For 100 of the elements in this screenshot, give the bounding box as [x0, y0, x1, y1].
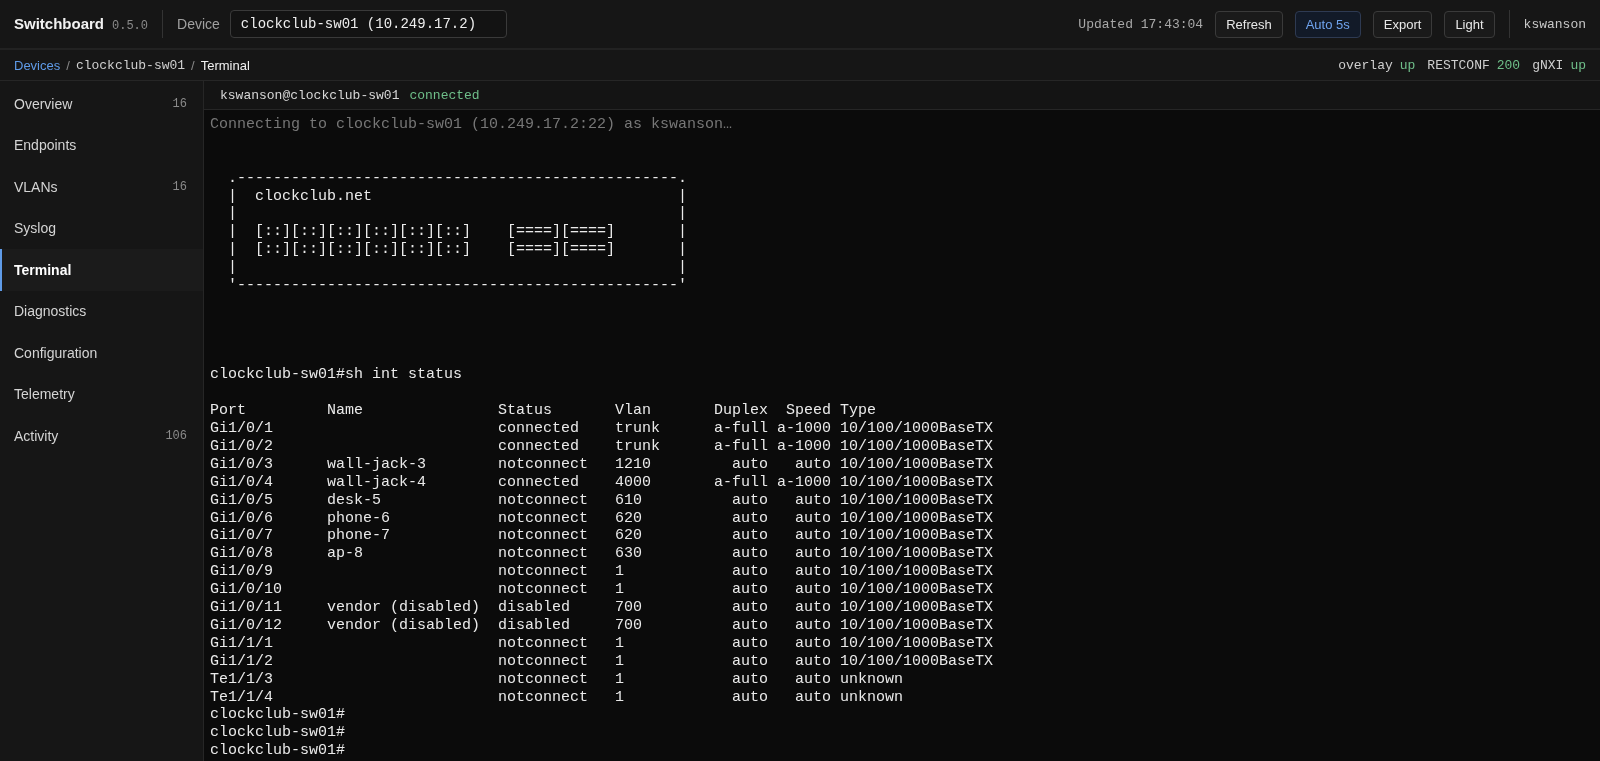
breadcrumb-link[interactable]: clockclub-sw01 [75, 57, 186, 73]
table-cell-text: auto [794, 563, 832, 582]
table-cell-text: auto [731, 455, 769, 474]
column-header: Status [498, 402, 554, 421]
table-cell-text: 1 [615, 670, 626, 689]
table-cell-text: Te1/1/3 [210, 670, 274, 689]
table-cell-text: auto [794, 581, 832, 600]
toolbar-button[interactable]: Light [1444, 10, 1495, 38]
toolbar-button[interactable]: Export [1372, 10, 1433, 38]
device-field[interactable]: clockclub-sw01 (10.249.17.2) [229, 10, 507, 38]
table-cell-text: notconnect [498, 545, 590, 564]
table-cell: a-full [714, 420, 769, 439]
sidebar-item[interactable]: Activity 106 [0, 415, 203, 457]
table-cell-text: Gi1/0/11 [210, 599, 283, 617]
table-cell-text: auto [794, 616, 832, 635]
table-cell-text: auto [731, 599, 769, 617]
table-cell-text: Te1/1/4 [210, 688, 274, 707]
table-cell-text: Gi1/0/1 [210, 420, 274, 439]
table-cell-text: 620 [615, 509, 644, 528]
table-cell-text: ap-8 [327, 545, 365, 564]
sidebar-item[interactable]: Overview 16 [0, 83, 203, 125]
table-cell-text: disabled [498, 616, 572, 635]
table-cell-text: Gi1/0/10 [210, 581, 283, 600]
table-cell-text: auto [731, 545, 769, 564]
table-cell-text: auto [794, 599, 832, 617]
sidebar-item[interactable]: Configuration [0, 332, 203, 374]
table-cell-text: Gi1/1/2 [210, 652, 274, 671]
sidebar-item[interactable]: Diagnostics [0, 290, 203, 332]
status-value: up [1399, 57, 1416, 73]
table-cell-text: 610 [615, 491, 644, 510]
toolbar-button[interactable]: Auto 5s [1294, 10, 1361, 38]
table-cell-text: Gi1/0/12 [210, 616, 283, 635]
breadcrumb-separator: / [191, 57, 195, 73]
table-cell-text: auto [731, 509, 769, 528]
table-cell-text: auto [794, 491, 832, 510]
table-cell-text: notconnect [498, 581, 590, 600]
column-header: Type [839, 402, 878, 421]
table-cell-text: a-1000 [776, 438, 832, 456]
table-cell-text: notconnect [498, 670, 590, 689]
status-value: 200 [1496, 57, 1521, 73]
table-cell-text: Gi1/1/1 [210, 634, 274, 653]
table-cell-text: notconnect [498, 509, 590, 528]
table-cell-text: auto [794, 527, 832, 546]
table-cell-text: 10/100/1000BaseTX [839, 438, 994, 456]
nav-label: VLANs [14, 178, 58, 195]
table-cell-text: 1 [615, 688, 626, 707]
terminal-line: | | [227, 205, 689, 224]
app-version: 0.5.0 [112, 19, 149, 33]
column-header: Duplex [714, 402, 769, 421]
table-cell-text: auto [731, 616, 769, 635]
terminal-line: Connecting to clockclub-sw01 (10.249.17.2:22) as kswanson… [210, 116, 734, 134]
app-name: Switchboard [14, 15, 104, 32]
breadcrumb-link[interactable]: Devices [14, 57, 61, 73]
sidebar-item[interactable]: Syslog [0, 207, 203, 249]
table-cell-text: connected [498, 473, 581, 492]
table-cell-text: auto [731, 652, 769, 671]
table-cell-text: Gi1/0/7 [210, 527, 274, 546]
table-cell-text: auto [731, 491, 769, 510]
table-cell-text: a-1000 [776, 420, 832, 439]
table-cell-text: 10/100/1000BaseTX [839, 634, 994, 653]
terminal-line: clockclub-sw01# [210, 706, 347, 725]
table-cell-text: trunk [615, 420, 662, 439]
table-cell-text: Gi1/0/9 [210, 563, 274, 582]
table-cell-text: 700 [615, 616, 644, 635]
terminal-line: clockclub-sw01# [210, 724, 347, 743]
table-cell-text: connected [498, 420, 581, 439]
nav-label: Diagnostics [14, 303, 87, 320]
table-cell-text: 1 [615, 652, 626, 671]
column-header: Name [327, 402, 365, 421]
table-cell-text: wall-jack-3 [327, 455, 428, 474]
table-cell-text: auto [731, 527, 769, 546]
table-cell-text: unknown [839, 688, 905, 707]
table-cell-text: notconnect [498, 688, 590, 707]
user-name[interactable]: kswanson [1523, 16, 1586, 32]
sidebar-item[interactable]: VLANs 16 [0, 166, 203, 208]
table-cell-text: desk-5 [327, 491, 383, 510]
table-cell-text: auto [794, 652, 832, 671]
status-value: up [1570, 57, 1586, 73]
table-cell-text: phone-6 [327, 509, 392, 528]
sidebar-item[interactable]: Telemetry [0, 373, 203, 415]
status-name: gNXI [1532, 57, 1564, 73]
table-cell-text: notconnect [498, 634, 590, 653]
table-cell-text: 4000 [615, 473, 653, 492]
table-cell-text: notconnect [498, 652, 590, 671]
sidebar-item[interactable]: Terminal [0, 249, 203, 291]
table-cell-text: notconnect [498, 527, 590, 546]
nav-label: Endpoints [14, 137, 77, 154]
sidebar-item[interactable]: Endpoints [0, 124, 203, 166]
terminal-line: clockclub-sw01#sh int status [210, 366, 464, 385]
terminal-line: | | [227, 259, 689, 277]
status-name: overlay [1338, 57, 1393, 73]
column-header: Vlan [615, 402, 653, 421]
nav-label: Overview [14, 95, 73, 112]
table-cell-text: a-1000 [776, 473, 832, 492]
terminal-line: '-------------------------------------------------' [227, 277, 689, 295]
toolbar-button[interactable]: Refresh [1215, 10, 1283, 38]
table-cell-text: auto [731, 688, 769, 707]
table-cell-text: Gi1/0/8 [210, 545, 274, 564]
item-count: 16 [172, 96, 187, 111]
terminal-line: | [::][::][::][::][::][::] [====][====] | [227, 223, 689, 242]
